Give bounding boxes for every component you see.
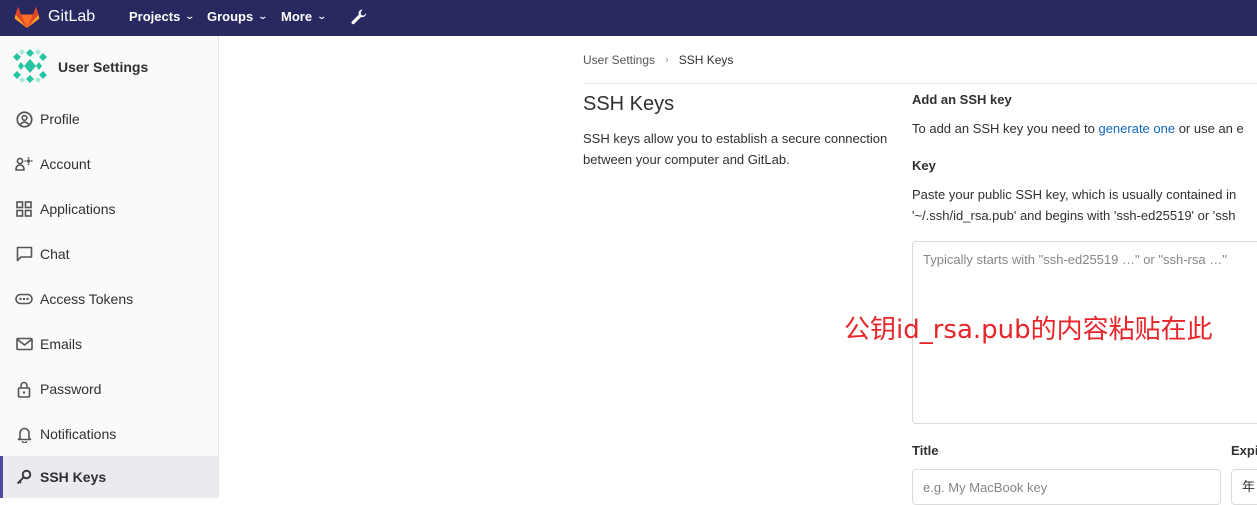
nav-groups-label: Groups: [207, 9, 254, 24]
gitlab-logo-icon: [14, 6, 40, 28]
sidebar-item-applications[interactable]: Applications: [0, 188, 218, 230]
sidebar-header[interactable]: User Settings: [0, 36, 219, 98]
sidebar-item-account[interactable]: Account: [0, 143, 218, 185]
page-description: SSH keys allow you to establish a secure…: [583, 131, 888, 167]
annotation-text: 公钥id_rsa.pub的内容粘贴在此: [844, 315, 1213, 345]
nav-more-label: More: [281, 9, 313, 24]
key-help-line-2: '~/.ssh/id_rsa.pub' and begins with 'ssh…: [912, 208, 1236, 223]
sidebar-item-profile[interactable]: Profile: [0, 98, 218, 140]
bell-icon: [15, 425, 33, 443]
chevron-right-icon: ›: [665, 54, 669, 66]
add-ssh-key-heading: Add an SSH key: [912, 92, 1012, 107]
intro-text-after: or use an e: [1175, 121, 1244, 136]
expires-date-input[interactable]: 年: [1231, 469, 1257, 505]
token-icon: [15, 290, 33, 308]
title-input[interactable]: [912, 469, 1221, 505]
sidebar-item-password[interactable]: Password: [0, 368, 218, 410]
sidebar-item-label: Password: [40, 381, 102, 397]
expires-label: Expi: [1231, 443, 1257, 458]
add-ssh-key-intro: To add an SSH key you need to generate o…: [912, 121, 1244, 136]
breadcrumb-user-settings[interactable]: User Settings: [583, 53, 655, 67]
top-navbar: GitLab Projects ⌄ Groups ⌄ More ⌄: [0, 0, 1257, 36]
account-icon: [15, 155, 33, 173]
mail-icon: [15, 335, 33, 353]
sidebar-item-label: Account: [40, 156, 91, 172]
key-icon: [15, 468, 33, 486]
sidebar-title: User Settings: [58, 59, 149, 75]
chevron-down-icon: ⌄: [257, 11, 269, 21]
brand-name: GitLab: [48, 8, 96, 25]
applications-icon: [15, 200, 33, 218]
admin-wrench-icon[interactable]: [350, 8, 368, 26]
breadcrumb-divider: [583, 83, 1257, 84]
user-avatar: [11, 47, 49, 85]
breadcrumb: User Settings › SSH Keys: [583, 53, 733, 67]
sidebar-item-label: Emails: [40, 336, 83, 352]
nav-groups[interactable]: Groups ⌄: [207, 9, 269, 24]
key-label: Key: [912, 158, 936, 173]
sidebar-item-chat[interactable]: Chat: [0, 233, 218, 275]
breadcrumb-ssh-keys[interactable]: SSH Keys: [679, 53, 734, 67]
sidebar-item-emails[interactable]: Emails: [0, 323, 218, 365]
sidebar-item-label: Notifications: [40, 426, 117, 442]
key-help-line-1: Paste your public SSH key, which is usua…: [912, 187, 1237, 202]
sidebar-item-label: Access Tokens: [40, 291, 134, 307]
nav-projects[interactable]: Projects ⌄: [129, 9, 196, 24]
profile-icon: [15, 110, 33, 128]
sidebar-item-access-tokens[interactable]: Access Tokens: [0, 278, 218, 320]
sidebar-item-label: SSH Keys: [40, 469, 107, 485]
lock-icon: [15, 380, 33, 398]
nav-more[interactable]: More ⌄: [281, 9, 328, 24]
intro-text-before: To add an SSH key you need to: [912, 121, 1099, 136]
generate-one-link[interactable]: generate one: [1098, 121, 1175, 136]
settings-sidebar: User Settings Profile Account Applicatio…: [0, 36, 219, 498]
sidebar-item-label: Applications: [40, 201, 116, 217]
chat-icon: [15, 245, 33, 263]
page-title: SSH Keys: [583, 93, 675, 115]
gitlab-home-link[interactable]: GitLab: [14, 5, 95, 29]
nav-projects-label: Projects: [129, 9, 181, 24]
title-label: Title: [912, 443, 939, 458]
chevron-down-icon: ⌄: [184, 11, 196, 21]
sidebar-item-notifications[interactable]: Notifications: [0, 413, 218, 455]
sidebar-item-ssh-keys[interactable]: SSH Keys: [0, 456, 218, 498]
sidebar-item-label: Chat: [40, 246, 70, 262]
chevron-down-icon: ⌄: [316, 11, 328, 21]
sidebar-item-label: Profile: [40, 111, 80, 127]
